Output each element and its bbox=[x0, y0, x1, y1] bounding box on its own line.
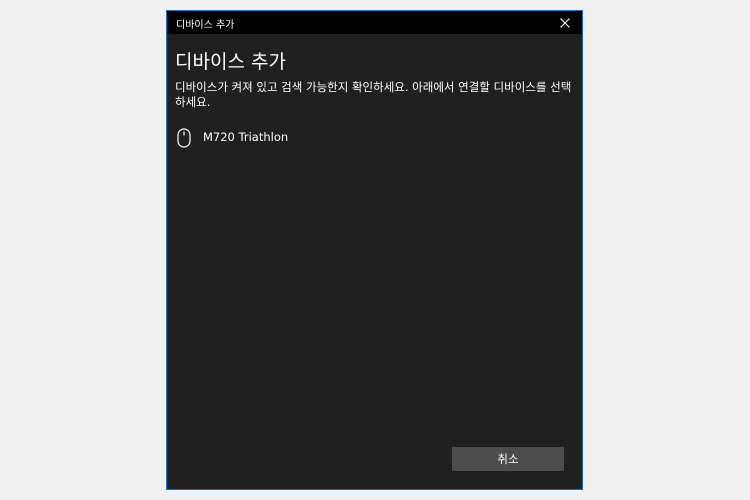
cancel-button[interactable]: 취소 bbox=[452, 447, 564, 471]
close-icon bbox=[560, 17, 570, 28]
device-name: M720 Triathlon bbox=[203, 130, 289, 144]
mouse-icon bbox=[177, 128, 191, 148]
add-device-dialog: 디바이스 추가 디바이스 추가 디바이스가 켜져 있고 검색 가능한지 확인하세… bbox=[166, 10, 583, 490]
dialog-heading: 디바이스 추가 bbox=[175, 51, 286, 73]
instruction-text: 디바이스가 켜져 있고 검색 가능한지 확인하세요. 아래에서 연결할 디바이스… bbox=[175, 80, 572, 109]
close-button[interactable] bbox=[548, 11, 582, 34]
window-title: 디바이스 추가 bbox=[176, 20, 235, 31]
device-list-item[interactable]: M720 Triathlon bbox=[173, 123, 578, 155]
title-bar: 디바이스 추가 bbox=[167, 11, 582, 34]
